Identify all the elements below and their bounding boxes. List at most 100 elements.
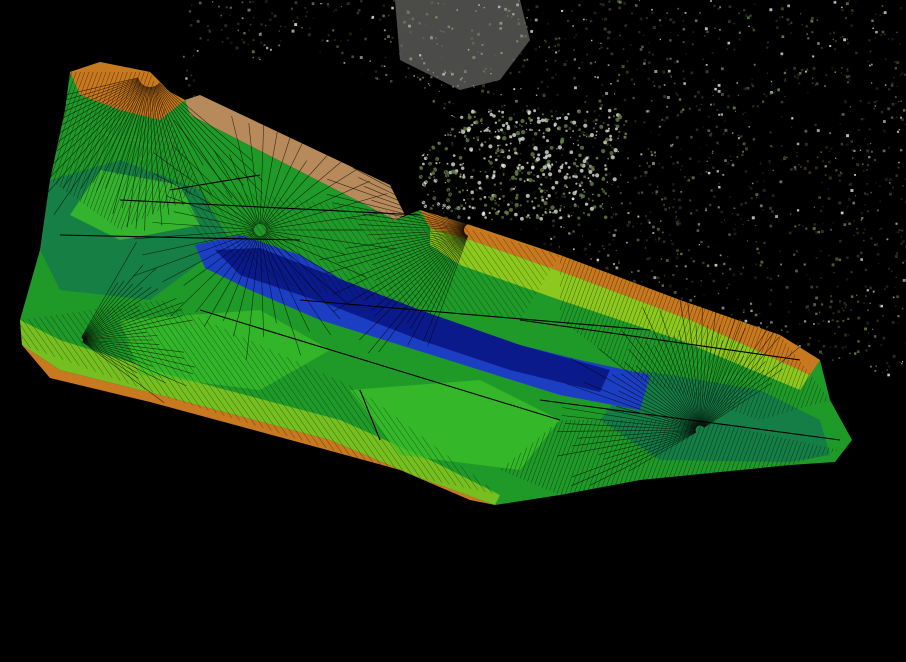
cloud-point [887,373,890,377]
cloud-point [892,186,894,189]
cloud-point [834,332,836,335]
cloud-point [702,58,704,60]
cloud-point [588,135,591,138]
3d-viewport[interactable] [0,0,906,662]
cloud-point [357,9,361,12]
cloud-point [873,101,876,104]
cloud-point [745,86,749,90]
cloud-point [583,191,586,193]
cloud-point [586,162,590,165]
cloud-point [779,250,781,253]
cloud-point [837,310,841,313]
cloud-point [690,212,693,215]
cloud-point [701,96,704,99]
cloud-point [857,316,861,320]
cloud-point [865,295,867,298]
cloud-point [857,340,860,343]
terrain-scene[interactable] [0,0,906,662]
cloud-point [766,46,769,49]
cloud-point [860,219,863,221]
cloud-point [237,22,240,26]
foliage-point [494,130,497,133]
cloud-point [188,10,192,13]
cloud-point [751,78,753,81]
cloud-point [891,270,893,272]
cloud-point [519,158,522,162]
cloud-point [738,38,741,41]
foliage-point [578,153,582,158]
cloud-point [836,320,839,323]
cloud-point [722,173,725,176]
cloud-point [583,175,586,178]
foliage-point [539,167,545,173]
foliage-point [513,147,517,151]
cloud-point [878,262,880,264]
cloud-point [892,296,895,299]
cloud-point [751,83,754,86]
cloud-point [741,153,744,157]
cloud-point [680,148,682,150]
cloud-point [846,2,849,6]
foliage-point [568,191,571,194]
cloud-point [895,102,897,104]
cloud-point [850,140,853,143]
foliage-point [477,139,479,141]
cloud-point [294,1,298,5]
cloud-point [896,85,898,87]
cloud-point [728,5,732,9]
foliage-point [550,115,554,118]
cloud-point [754,276,757,280]
foliage-point [561,163,564,166]
cloud-point [827,188,829,190]
cloud-point [614,229,617,232]
cloud-point [822,344,826,348]
cloud-point [500,104,504,108]
cloud-point [813,223,816,226]
cloud-point [733,48,736,51]
cloud-point [737,298,739,300]
cloud-point [586,53,588,56]
foliage-point [581,194,585,199]
foliage-point [426,154,429,156]
foliage-point [566,173,569,176]
cloud-point [845,278,849,281]
cloud-point [221,29,223,31]
cloud-point [591,39,593,42]
cloud-point [561,9,564,12]
cloud-point [819,250,822,252]
cloud-point [294,23,298,26]
cloud-point [589,19,593,23]
cloud-point [871,63,873,66]
cloud-point [720,210,723,214]
cloud-point [326,39,329,42]
cloud-point [612,213,615,215]
foliage-point [539,189,544,193]
cloud-point [676,249,679,252]
cloud-point [817,230,820,234]
foliage-point [589,181,594,186]
cloud-point [581,61,583,64]
cloud-point [726,105,730,109]
foliage-point [471,206,475,210]
cloud-point [716,109,719,111]
cloud-point [893,76,895,79]
cloud-point [839,171,842,173]
foliage-point [570,136,572,138]
cloud-point [868,39,871,42]
foliage-point [599,204,603,208]
foliage-point [543,136,546,139]
foliage-point [574,175,578,179]
foliage-point [573,203,577,208]
cloud-point [600,42,602,44]
cloud-point [484,170,487,173]
foliage-point [546,159,551,164]
cloud-point [900,198,903,200]
cloud-point [867,60,869,62]
cloud-point [523,209,526,212]
cloud-point [857,128,860,131]
foliage-point [450,127,454,131]
foliage-point [547,194,551,198]
cloud-point [520,88,522,90]
cloud-point [207,39,209,41]
cloud-point [443,107,446,110]
